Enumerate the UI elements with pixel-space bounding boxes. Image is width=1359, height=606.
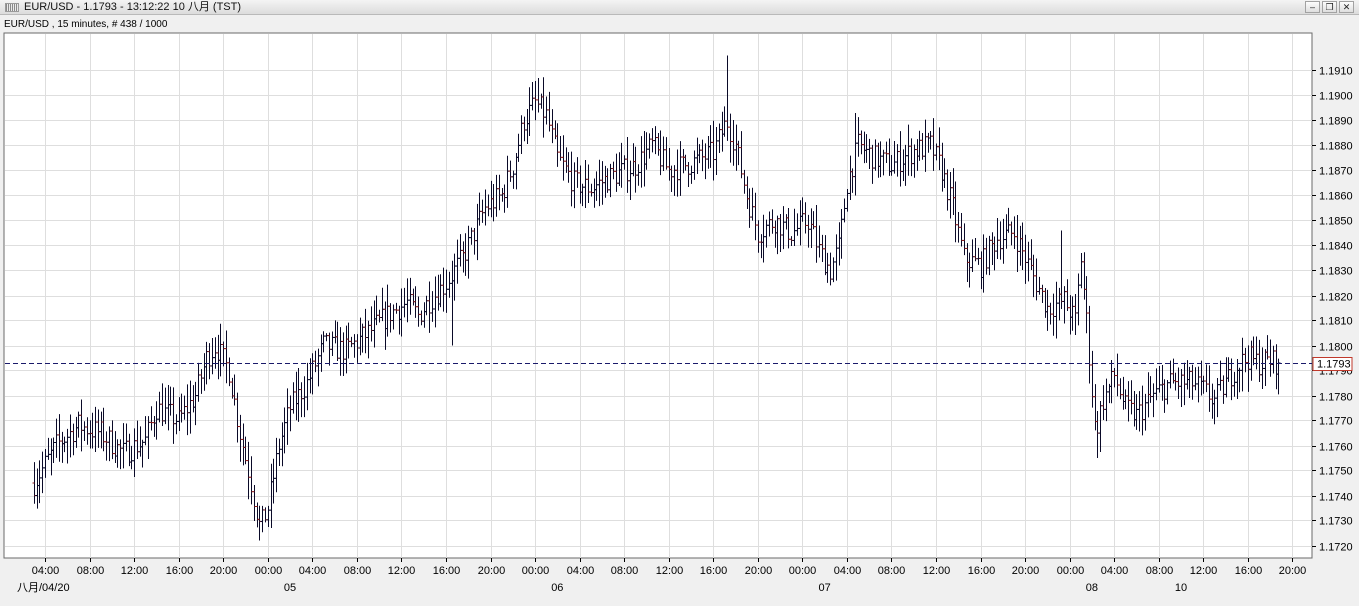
y-tick-label: 1.1910 xyxy=(1319,66,1353,78)
x-tick-label: 00:00 xyxy=(522,565,550,577)
x-tick-label: 16:00 xyxy=(433,565,461,577)
y-tick-label: 1.1750 xyxy=(1319,466,1353,478)
x-tick-label: 16:00 xyxy=(968,565,996,577)
x-tick-label: 12:00 xyxy=(1190,565,1218,577)
current-price-label: 1.1793 xyxy=(1317,359,1351,371)
minimize-button[interactable]: – xyxy=(1305,1,1320,13)
x-tick-label: 08:00 xyxy=(611,565,639,577)
y-tick-label: 1.1740 xyxy=(1319,492,1353,504)
x-tick-label: 08:00 xyxy=(1146,565,1174,577)
date-label: 06 xyxy=(551,582,563,594)
x-tick-label: 04:00 xyxy=(834,565,862,577)
y-tick-label: 1.1900 xyxy=(1319,91,1353,103)
y-tick-label: 1.1870 xyxy=(1319,166,1353,178)
x-tick-label: 20:00 xyxy=(210,565,238,577)
x-tick-label: 16:00 xyxy=(700,565,728,577)
y-tick-label: 1.1780 xyxy=(1319,392,1353,404)
y-tick-label: 1.1770 xyxy=(1319,416,1353,428)
x-tick-label: 04:00 xyxy=(32,565,60,577)
x-tick-label: 12:00 xyxy=(388,565,416,577)
date-label: 10 xyxy=(1175,582,1187,594)
price-chart[interactable]: 1.1720 1.1730 1.1740 1.1750 1.1760 1.1770 1.17… xyxy=(0,15,1359,606)
window-title: EUR/USD - 1.1793 - 13:12:22 10 八月 (TST) xyxy=(24,1,242,13)
x-tick-label: 00:00 xyxy=(255,565,283,577)
x-tick-label: 12:00 xyxy=(656,565,684,577)
x-tick-label: 08:00 xyxy=(344,565,372,577)
x-tick-label: 12:00 xyxy=(121,565,149,577)
x-tick-label: 00:00 xyxy=(789,565,817,577)
y-tick-label: 1.1830 xyxy=(1319,266,1353,278)
x-tick-label: 20:00 xyxy=(745,565,773,577)
plot-area xyxy=(3,32,1313,559)
date-label: 08 xyxy=(1086,582,1098,594)
x-tick-label: 04:00 xyxy=(1101,565,1129,577)
chart-window-icon xyxy=(5,3,19,12)
x-tick-label: 08:00 xyxy=(878,565,906,577)
y-tick-label: 1.1820 xyxy=(1319,292,1353,304)
x-tick-label: 20:00 xyxy=(478,565,506,577)
window-titlebar: EUR/USD - 1.1793 - 13:12:22 10 八月 (TST) … xyxy=(0,0,1359,15)
x-tick-label: 04:00 xyxy=(299,565,327,577)
x-tick-label: 20:00 xyxy=(1279,565,1307,577)
y-tick-label: 1.1760 xyxy=(1319,442,1353,454)
y-tick-label: 1.1720 xyxy=(1319,542,1353,554)
x-tick-label: 16:00 xyxy=(166,565,194,577)
date-label: 八月/04/20 xyxy=(17,582,70,594)
x-tick-label: 16:00 xyxy=(1235,565,1263,577)
y-tick-label: 1.1880 xyxy=(1319,141,1353,153)
y-tick-label: 1.1730 xyxy=(1319,516,1353,528)
y-tick-label: 1.1850 xyxy=(1319,216,1353,228)
date-label: 07 xyxy=(819,582,831,594)
x-tick-label: 20:00 xyxy=(1012,565,1040,577)
x-tick-label: 08:00 xyxy=(77,565,105,577)
date-label: 05 xyxy=(284,582,296,594)
chart-info: EUR/USD , 15 minutes, # 438 / 1000 xyxy=(4,19,168,30)
y-tick-label: 1.1840 xyxy=(1319,241,1353,253)
y-tick-label: 1.1810 xyxy=(1319,316,1353,328)
y-tick-label: 1.1800 xyxy=(1319,342,1353,354)
restore-button[interactable]: ❐ xyxy=(1322,1,1337,13)
y-tick-label: 1.1860 xyxy=(1319,191,1353,203)
x-tick-label: 04:00 xyxy=(567,565,595,577)
y-tick-label: 1.1890 xyxy=(1319,116,1353,128)
x-tick-label: 00:00 xyxy=(1057,565,1085,577)
close-button[interactable]: ✕ xyxy=(1339,1,1354,13)
x-tick-label: 12:00 xyxy=(923,565,951,577)
